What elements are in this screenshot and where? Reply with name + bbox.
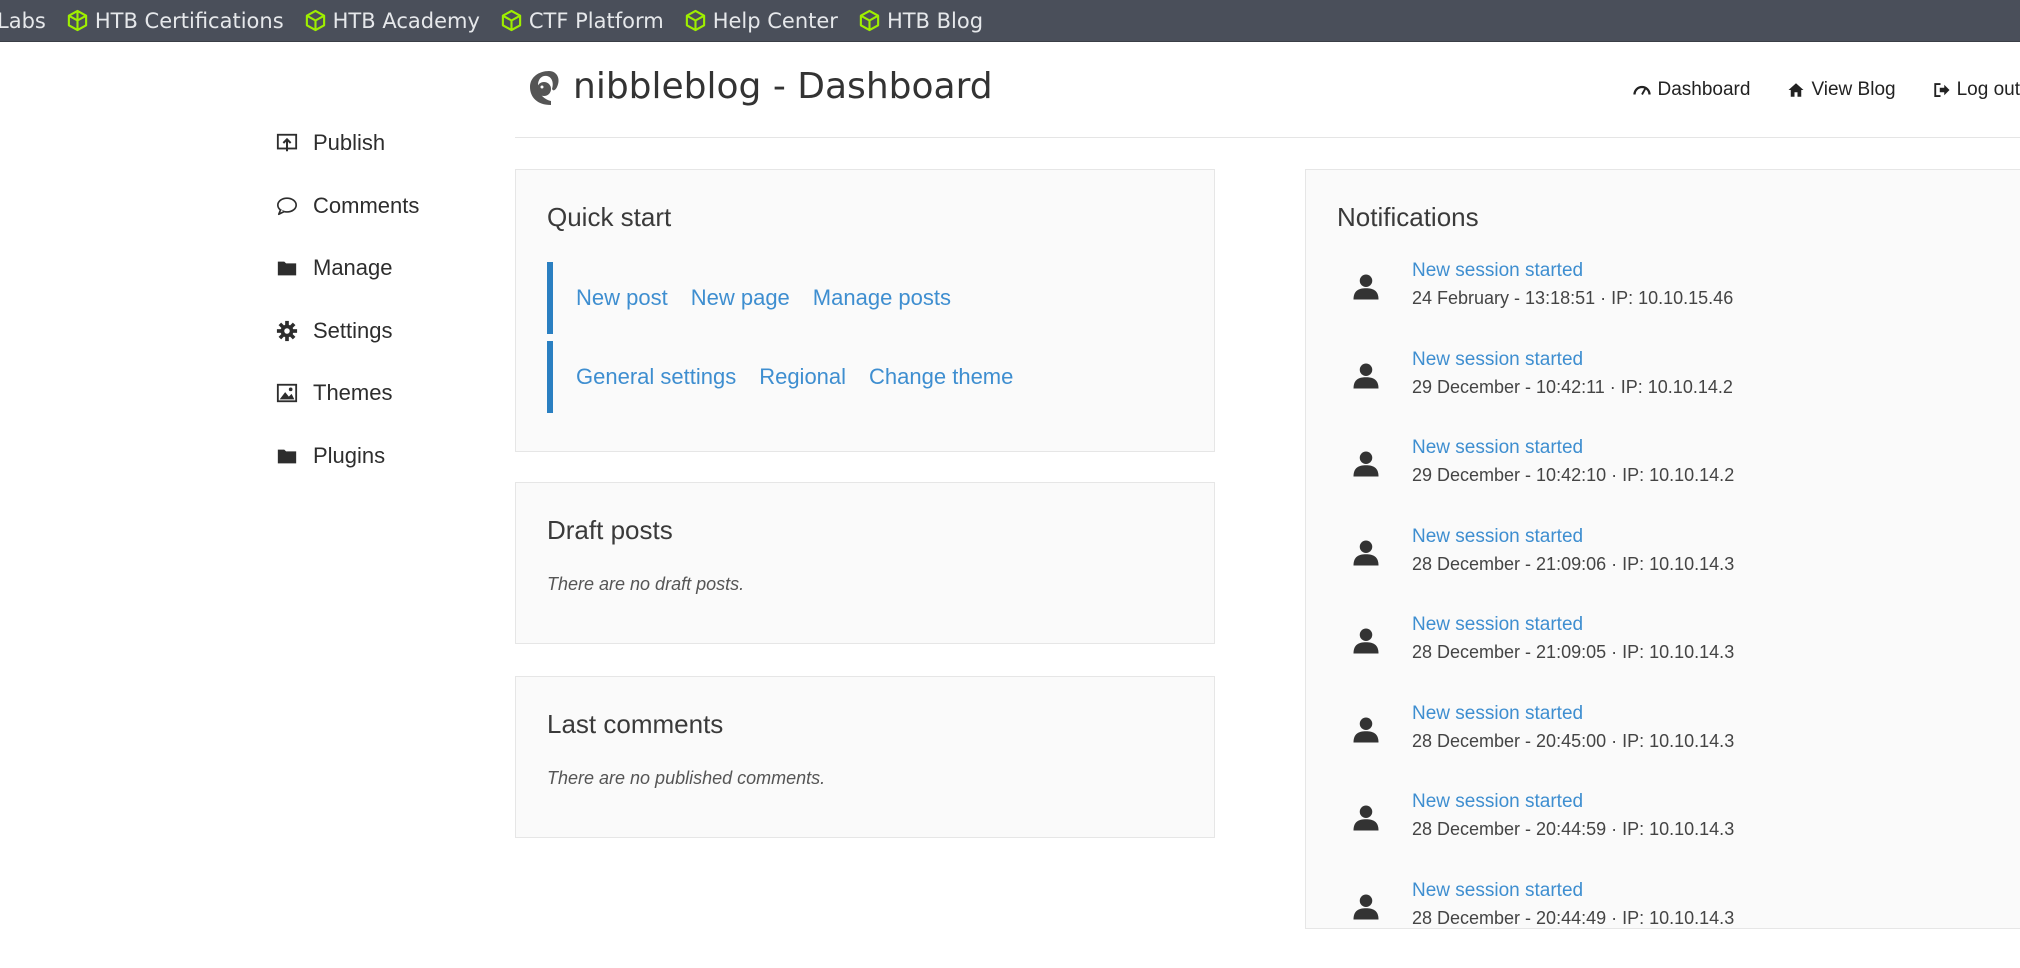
last-comments-panel: Last comments There are no published com… bbox=[515, 676, 1215, 838]
quick-start-title: Quick start bbox=[547, 202, 672, 232]
sidebar-item-comments[interactable]: Comments bbox=[275, 175, 505, 238]
user-icon bbox=[1353, 451, 1379, 477]
notifications-title: Notifications bbox=[1337, 202, 1479, 232]
notification-title[interactable]: New session started bbox=[1412, 703, 1583, 725]
user-icon bbox=[1353, 540, 1379, 565]
notification-title[interactable]: New session started bbox=[1412, 791, 1583, 813]
last-comments-empty-text: There are no published comments. bbox=[547, 768, 826, 788]
folder-icon bbox=[275, 444, 299, 468]
user-icon bbox=[1353, 628, 1379, 654]
folder-icon bbox=[275, 256, 299, 280]
bookmark-help-center[interactable]: Help Center bbox=[684, 9, 838, 33]
bookmark-htb-academy[interactable]: HTB Academy bbox=[304, 9, 480, 33]
nav-label: Dashboard bbox=[1657, 79, 1751, 100]
bookmark-label: HTB Certifications bbox=[94, 8, 284, 33]
draft-posts-panel: Draft posts There are no draft posts. bbox=[515, 482, 1215, 644]
notification-title[interactable]: New session started bbox=[1412, 880, 1583, 902]
manage-posts-link[interactable]: Manage posts bbox=[813, 285, 951, 311]
notification-meta: 28 December - 20:45:00 · IP: 10.10.14.3 bbox=[1412, 730, 1735, 751]
last-comments-title: Last comments bbox=[547, 709, 724, 739]
sidebar: Publish Comments Manage Settings Themes … bbox=[275, 112, 505, 487]
sidebar-item-themes[interactable]: Themes bbox=[275, 362, 505, 425]
draft-posts-empty-text: There are no draft posts. bbox=[547, 574, 745, 594]
htb-cube-icon bbox=[305, 9, 325, 32]
user-icon bbox=[1353, 274, 1379, 300]
sidebar-item-manage[interactable]: Manage bbox=[275, 237, 505, 300]
general-settings-link[interactable]: General settings bbox=[576, 364, 736, 390]
comment-icon bbox=[275, 194, 299, 218]
sidebar-item-settings[interactable]: Settings bbox=[275, 300, 505, 363]
change-theme-link[interactable]: Change theme bbox=[869, 364, 1013, 390]
home-icon bbox=[1788, 83, 1804, 97]
new-page-link[interactable]: New page bbox=[691, 285, 790, 311]
notifications-panel: Notifications New session started 24 Feb… bbox=[1305, 169, 2020, 929]
sidebar-item-plugins[interactable]: Plugins bbox=[275, 425, 505, 488]
bookmark-ctf-platform[interactable]: CTF Platform bbox=[500, 9, 664, 33]
bookmark-htb-certifications[interactable]: HTB Certifications bbox=[66, 9, 284, 33]
nibbleblog-squirrel-logo bbox=[530, 70, 559, 105]
notification-title[interactable]: New session started bbox=[1412, 526, 1583, 548]
sidebar-item-label: Settings bbox=[313, 317, 393, 343]
user-icon bbox=[1353, 717, 1379, 742]
sidebar-item-label: Publish bbox=[313, 130, 386, 156]
htb-cube-icon bbox=[67, 9, 88, 32]
user-icon bbox=[1353, 894, 1379, 919]
bookmark-label: Labs bbox=[0, 8, 46, 33]
nav-label: Log out bbox=[1956, 79, 2020, 100]
bookmark-label: CTF Platform bbox=[528, 8, 664, 33]
quick-start-panel: Quick start New post New page Manage pos… bbox=[515, 169, 1215, 452]
bookmark-htb-blog[interactable]: HTB Blog bbox=[858, 9, 983, 33]
nav-view-blog[interactable]: View Blog bbox=[1787, 79, 1896, 101]
notification-meta: 28 December - 20:44:59 · IP: 10.10.14.3 bbox=[1412, 819, 1735, 839]
bookmarks-bar: Labs HTB Certifications HTB Academy CTF … bbox=[0, 0, 2020, 42]
bookmark-label: HTB Academy bbox=[332, 8, 480, 33]
regional-link[interactable]: Regional bbox=[759, 364, 846, 390]
nav-label: View Blog bbox=[1811, 79, 1896, 100]
notification-meta: 24 February - 13:18:51 · IP: 10.10.15.46 bbox=[1412, 288, 1734, 308]
nav-dashboard[interactable]: Dashboard bbox=[1633, 79, 1750, 101]
publish-icon bbox=[275, 131, 299, 155]
sidebar-item-label: Plugins bbox=[313, 442, 386, 468]
notification-meta: 28 December - 20:44:49 · IP: 10.10.14.3 bbox=[1412, 907, 1735, 928]
htb-cube-icon bbox=[501, 9, 522, 32]
gear-icon bbox=[275, 319, 299, 343]
sidebar-item-label: Themes bbox=[313, 380, 393, 406]
notification-meta: 28 December - 21:09:06 · IP: 10.10.14.3 bbox=[1412, 553, 1735, 574]
bookmark-label: Help Center bbox=[712, 8, 838, 33]
user-icon bbox=[1353, 363, 1379, 388]
page-title-text: nibbleblog - Dashboard bbox=[573, 66, 993, 107]
draft-posts-title: Draft posts bbox=[547, 515, 673, 545]
quick-start-row-content: New post New page Manage posts bbox=[547, 262, 974, 334]
sidebar-item-publish[interactable]: Publish bbox=[275, 112, 505, 175]
notification-title[interactable]: New session started bbox=[1412, 260, 1583, 282]
notification-title[interactable]: New session started bbox=[1412, 614, 1583, 636]
htb-cube-icon bbox=[685, 9, 705, 32]
quick-start-row-settings: General settings Regional Change theme bbox=[547, 341, 1036, 413]
dashboard-gauge-icon bbox=[1633, 85, 1652, 95]
page-title: nibbleblog - Dashboard bbox=[527, 66, 993, 107]
page-header: nibbleblog - Dashboard Dashboard View Bl… bbox=[515, 60, 2020, 138]
notification-title[interactable]: New session started bbox=[1412, 437, 1583, 459]
htb-cube-icon bbox=[859, 9, 880, 32]
bookmark-label: HTB Blog bbox=[886, 8, 984, 33]
sidebar-item-label: Comments bbox=[313, 192, 420, 218]
notification-meta: 29 December - 10:42:11 · IP: 10.10.14.2 bbox=[1412, 376, 1733, 397]
nav-log-out[interactable]: Log out bbox=[1933, 79, 2020, 101]
logout-icon bbox=[1933, 83, 1950, 97]
notification-title[interactable]: New session started bbox=[1412, 349, 1583, 371]
new-post-link[interactable]: New post bbox=[576, 285, 668, 311]
notification-meta: 29 December - 10:42:10 · IP: 10.10.14.2 bbox=[1412, 465, 1735, 485]
bookmark-labs[interactable]: Labs bbox=[0, 9, 46, 33]
sidebar-item-label: Manage bbox=[313, 255, 393, 281]
user-icon bbox=[1353, 805, 1379, 831]
notification-meta: 28 December - 21:09:05 · IP: 10.10.14.3 bbox=[1412, 642, 1735, 662]
top-nav: Dashboard View Blog Log out bbox=[1596, 79, 2020, 101]
image-icon bbox=[275, 381, 299, 405]
